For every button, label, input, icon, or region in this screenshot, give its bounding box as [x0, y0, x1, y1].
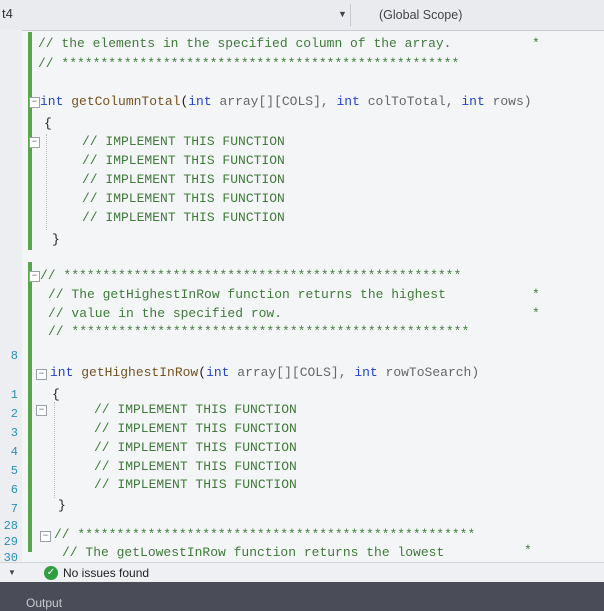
code-comment: // IMPLEMENT THIS FUNCTION [82, 210, 285, 225]
paren: ( [198, 365, 207, 380]
collapse-toggle-icon[interactable]: − [40, 531, 51, 542]
code-comment: // *************************************… [38, 56, 460, 71]
parameter: rows) [492, 94, 532, 109]
function-signature: int getHighestInRow(int array[][COLS], i… [50, 365, 479, 380]
collapse-toggle-icon[interactable]: − [36, 405, 47, 416]
parameter: colToTotal, [367, 94, 454, 109]
editor-screen: t4 ▼ (Global Scope) 8 1 2 3 4 5 6 7 28 2… [0, 0, 604, 611]
parameter: array[][COLS], [237, 365, 347, 380]
code-comment: // The getLowestInRow function returns t… [62, 545, 445, 560]
indent-guide [46, 134, 47, 230]
code-comment: // IMPLEMENT THIS FUNCTION [94, 402, 297, 417]
function-name: getColumnTotal [71, 94, 181, 109]
keyword: int [461, 94, 485, 109]
close-brace: } [52, 232, 60, 247]
keyword: int [40, 94, 64, 109]
function-name: getHighestInRow [81, 365, 199, 380]
comment-star: * [532, 306, 540, 321]
keyword: int [206, 365, 230, 380]
code-comment: // IMPLEMENT THIS FUNCTION [94, 421, 297, 436]
collapse-toggle-icon[interactable]: − [36, 369, 47, 380]
collapse-toggle-icon[interactable]: − [29, 137, 40, 148]
code-comment: // the elements in the specified column … [38, 36, 452, 51]
tab-output[interactable]: Output [26, 596, 62, 610]
code-comment: // IMPLEMENT THIS FUNCTION [94, 477, 297, 492]
code-comment: // IMPLEMENT THIS FUNCTION [94, 440, 297, 455]
keyword: int [188, 94, 212, 109]
parameter: rowToSearch) [385, 365, 480, 380]
status-message: No issues found [63, 566, 150, 580]
check-circle-icon: ✓ [44, 566, 58, 580]
code-comment: // value in the specified row. [48, 306, 283, 321]
comment-star: * [524, 543, 532, 558]
keyword: int [354, 365, 378, 380]
open-brace: { [52, 387, 60, 402]
indent-guide [54, 402, 55, 498]
comment-star: * [532, 36, 540, 51]
code-comment: // *************************************… [54, 527, 476, 542]
close-brace: } [58, 498, 66, 513]
chevron-down-icon[interactable]: ▼ [8, 568, 16, 577]
code-comment: // The getHighestInRow function returns … [48, 287, 446, 302]
code-comment: // IMPLEMENT THIS FUNCTION [82, 153, 285, 168]
code-comment: // IMPLEMENT THIS FUNCTION [82, 134, 285, 149]
code-comment: // IMPLEMENT THIS FUNCTION [82, 191, 285, 206]
open-brace: { [44, 116, 52, 131]
keyword: int [336, 94, 360, 109]
code-comment: // *************************************… [48, 324, 470, 339]
code-comment: // IMPLEMENT THIS FUNCTION [94, 459, 297, 474]
keyword: int [50, 365, 74, 380]
collapse-toggle-icon[interactable]: − [29, 271, 40, 282]
comment-star: * [532, 287, 540, 302]
output-panel-header: Output [0, 582, 604, 611]
code-comment: // IMPLEMENT THIS FUNCTION [82, 172, 285, 187]
code-editor[interactable]: // the elements in the specified column … [0, 0, 604, 611]
code-comment: // *************************************… [40, 268, 462, 283]
collapse-toggle-icon[interactable]: − [29, 97, 40, 108]
parameter: array[][COLS], [219, 94, 329, 109]
status-bar: ▼ ✓ No issues found [0, 562, 604, 583]
function-signature: int getColumnTotal(int array[][COLS], in… [40, 94, 532, 109]
